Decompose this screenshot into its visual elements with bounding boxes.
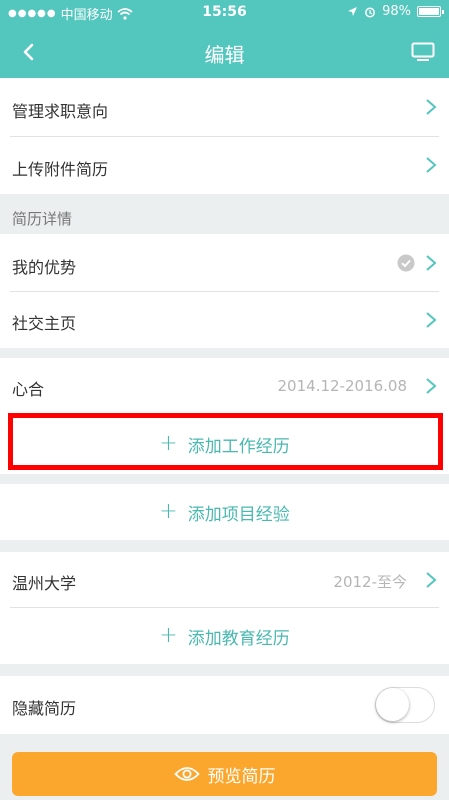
- education-item[interactable]: 温州大学 2012-至今: [0, 552, 449, 608]
- add-education-label: 添加教育经历: [187, 628, 290, 649]
- work-period: 2014.12-2016.08: [277, 377, 407, 395]
- work-experience-item[interactable]: 心合 2014.12-2016.08: [0, 358, 449, 414]
- add-education-button[interactable]: + 添加教育经历: [0, 608, 449, 664]
- school-label: 温州大学: [12, 574, 77, 593]
- add-project-experience-label: 添加项目经验: [187, 504, 290, 525]
- hide-resume-toggle[interactable]: [375, 687, 435, 723]
- preview-resume-button[interactable]: 预览简历: [12, 752, 437, 796]
- page-title: 编辑: [204, 43, 245, 67]
- hide-resume-item: 隐藏简历: [0, 676, 449, 734]
- status-bar: ●●●●● 中国移动 15:56 98%: [0, 0, 449, 26]
- screen-button[interactable]: [409, 39, 437, 65]
- chevron-right-icon: [426, 572, 437, 588]
- battery-fill: [419, 8, 439, 15]
- top-list: 管理求职意向 上传附件简历: [0, 78, 449, 194]
- battery-icon: [417, 6, 444, 17]
- chevron-right-icon: [426, 255, 437, 271]
- plus-icon: +: [159, 431, 178, 456]
- hide-resume-label: 隐藏简历: [12, 699, 77, 718]
- add-project-experience-button[interactable]: + 添加项目经验: [0, 484, 449, 540]
- my-strengths-item[interactable]: 我的优势: [0, 234, 449, 292]
- check-circle-icon: [397, 254, 415, 272]
- add-work-experience-label: 添加工作经历: [187, 436, 290, 457]
- upload-attachment-label: 上传附件简历: [12, 160, 109, 179]
- manage-intent-label: 管理求职意向: [12, 102, 109, 121]
- location-arrow-icon: [348, 7, 358, 16]
- add-work-experience-button[interactable]: + 添加工作经历: [0, 414, 449, 474]
- status-right: 98%: [347, 4, 444, 19]
- battery-percent: 98%: [382, 4, 411, 19]
- company-label: 心合: [12, 380, 45, 399]
- social-home-label: 社交主页: [12, 314, 77, 333]
- alarm-icon: [365, 7, 376, 17]
- upload-attachment-item[interactable]: 上传附件简历: [0, 137, 449, 194]
- eye-icon: [173, 767, 200, 781]
- chevron-right-icon: [426, 157, 437, 173]
- toggle-knob: [376, 688, 409, 721]
- preview-resume-label: 预览简历: [207, 766, 276, 787]
- education-period: 2012-至今: [333, 573, 407, 591]
- my-strengths-label: 我的优势: [12, 258, 77, 277]
- plus-icon: +: [159, 623, 178, 648]
- section-title: 简历详情: [12, 210, 73, 228]
- nav-bar: 编辑: [0, 26, 449, 78]
- manage-intent-item[interactable]: 管理求职意向: [0, 78, 449, 136]
- social-home-item[interactable]: 社交主页: [0, 292, 449, 348]
- screen-icon: [411, 42, 435, 61]
- plus-icon: +: [159, 499, 178, 524]
- chevron-right-icon: [426, 99, 437, 115]
- chevron-right-icon: [426, 312, 437, 328]
- chevron-right-icon: [426, 378, 437, 394]
